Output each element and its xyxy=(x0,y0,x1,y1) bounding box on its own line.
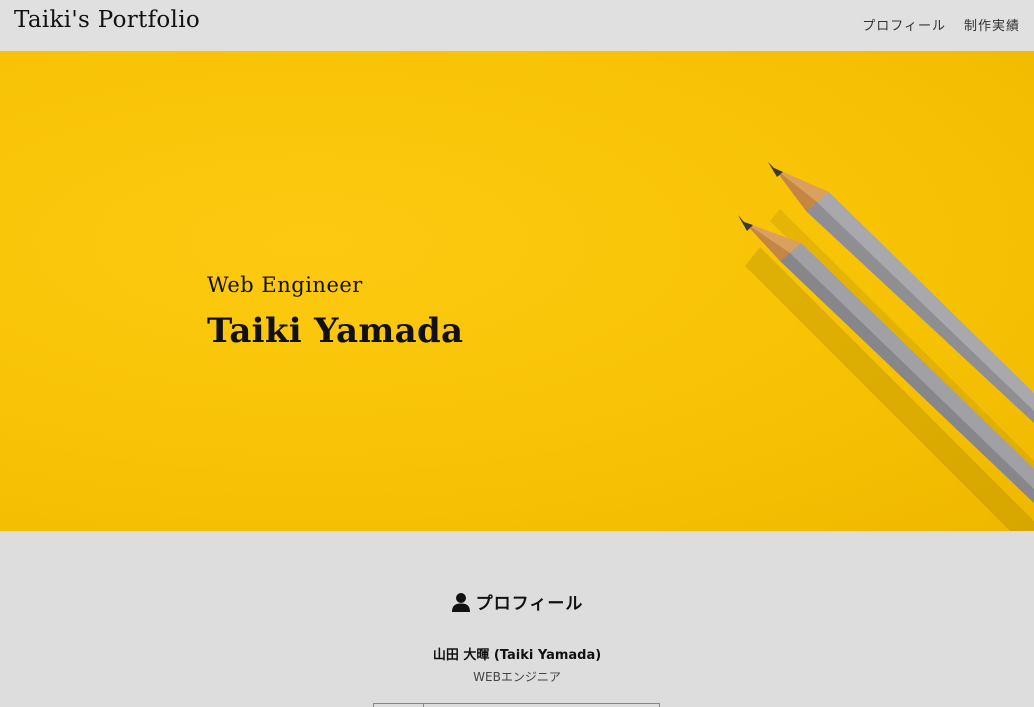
hero-name: Taiki Yamada xyxy=(207,311,464,351)
site-header: Taiki's Portfolio プロフィール 制作実績 xyxy=(0,0,1034,51)
hero-role: Web Engineer xyxy=(207,273,363,297)
profile-heading: プロフィール xyxy=(0,589,1034,614)
profile-section: プロフィール 山田 大暉 (Taiki Yamada) WEBエンジニア xyxy=(0,531,1034,707)
nav-item-profile[interactable]: プロフィール xyxy=(862,15,946,34)
hero-banner: Web Engineer Taiki Yamada xyxy=(0,51,1034,531)
profile-table xyxy=(373,703,660,707)
site-title-link[interactable]: Taiki's Portfolio xyxy=(14,7,200,33)
main-nav: プロフィール 制作実績 xyxy=(862,15,1020,34)
user-icon xyxy=(451,592,470,612)
nav-item-works[interactable]: 制作実績 xyxy=(964,15,1020,34)
profile-heading-text: プロフィール xyxy=(475,594,584,614)
profile-role: WEBエンジニア xyxy=(473,670,561,684)
profile-name: 山田 大暉 (Taiki Yamada) xyxy=(432,648,602,663)
pencils-image xyxy=(738,162,1034,531)
hero-text: Web Engineer Taiki Yamada xyxy=(207,273,463,351)
